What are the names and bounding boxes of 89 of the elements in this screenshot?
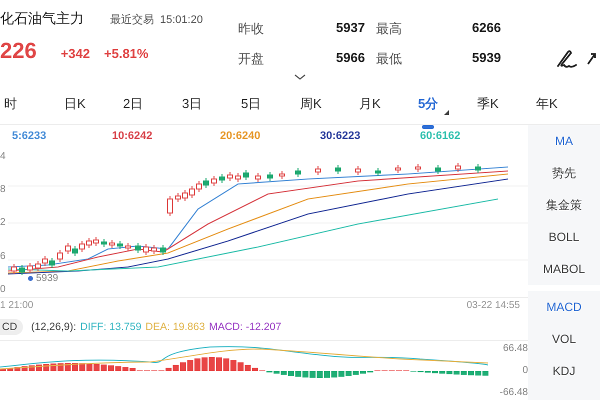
candlestick xyxy=(101,238,107,248)
time-label: 03-22 14:55 xyxy=(466,300,520,312)
candlestick xyxy=(335,164,341,174)
moving-average-value: 60:6162 xyxy=(419,130,462,142)
marker-dot xyxy=(28,276,33,281)
dropdown-corner-icon xyxy=(444,110,449,115)
candlestick xyxy=(167,195,173,216)
stat-value: 6266 xyxy=(472,20,502,37)
candlestick xyxy=(19,264,25,276)
period-tab[interactable]: 季K xyxy=(473,95,532,113)
pen-icon[interactable] xyxy=(556,49,578,69)
axis-label: 0 xyxy=(0,284,7,295)
period-tab[interactable]: 3日 xyxy=(178,95,237,113)
period-tab[interactable]: 周K xyxy=(296,95,355,113)
indicator-item[interactable]: KDJ xyxy=(528,355,600,387)
candlestick xyxy=(395,164,401,174)
stat-label: 开盘 xyxy=(238,50,265,68)
candlestick xyxy=(415,163,421,172)
axis-label: 66.48 xyxy=(502,342,528,354)
candlestick xyxy=(135,242,141,254)
moving-average-value: 5:6233 xyxy=(11,130,48,142)
candlestick xyxy=(355,165,361,176)
axis-label: 2 xyxy=(0,217,7,228)
period-tab[interactable]: 5分 xyxy=(414,95,473,113)
candlestick xyxy=(243,169,249,180)
indicator-item[interactable]: MACD xyxy=(528,291,600,323)
indicator-item[interactable]: VOL xyxy=(528,323,600,355)
candlestick xyxy=(151,244,157,254)
moving-average-value: 10:6242 xyxy=(111,130,154,142)
indicator-badge[interactable]: CD xyxy=(0,318,24,335)
low-price-label: 5939 xyxy=(36,272,58,284)
candlestick xyxy=(235,172,241,182)
candlestick xyxy=(211,175,217,186)
stat-label: 昨收 xyxy=(238,20,265,38)
candlestick xyxy=(267,171,273,182)
candlestick xyxy=(375,167,381,176)
stat-label: 最低 xyxy=(376,50,403,68)
candlestick xyxy=(11,263,17,274)
stat-value: 5937 xyxy=(336,20,366,37)
candlestick xyxy=(125,242,131,252)
moving-average-value: 30:6223 xyxy=(319,130,362,142)
indicator-item[interactable]: 集金策 xyxy=(528,189,600,221)
period-tab[interactable]: 日K xyxy=(60,95,119,113)
candlestick xyxy=(279,170,285,180)
time-label: 1 21:00 xyxy=(0,300,34,312)
candlestick xyxy=(160,244,166,256)
indicator-item[interactable]: MA xyxy=(528,125,600,157)
tab-indicator xyxy=(422,125,434,129)
axis-label: 0 xyxy=(522,364,528,376)
indicator-item[interactable]: MABOL xyxy=(528,253,600,285)
indicator-item[interactable]: 势先 xyxy=(528,157,600,189)
axis-label: 6 xyxy=(0,250,7,262)
moving-average-value: 20:6240 xyxy=(219,130,262,142)
candlestick xyxy=(27,262,33,274)
contract-name: 化石油气主力 xyxy=(0,10,84,28)
trade-time: 15:01:20 xyxy=(160,14,203,26)
chevron-down-icon[interactable] xyxy=(294,74,306,80)
diff-value: DIFF: 13.759 xyxy=(80,320,142,333)
candlestick xyxy=(143,243,149,256)
macd-value: MACD: -12.207 xyxy=(208,320,282,333)
candlestick xyxy=(109,239,115,248)
change-percent: +5.81% xyxy=(104,46,148,61)
price-change: +342 xyxy=(60,46,90,61)
candlestick xyxy=(255,172,261,182)
stat-value: 5966 xyxy=(336,50,366,67)
period-tab[interactable]: 月K xyxy=(355,95,414,113)
candlestick xyxy=(475,163,481,174)
axis-label: 4 xyxy=(0,150,7,162)
axis-label: 8 xyxy=(0,184,7,196)
last-price: 226 xyxy=(0,38,37,64)
candlestick xyxy=(57,249,63,262)
candlestick xyxy=(219,173,225,184)
period-tab[interactable]: 时 xyxy=(0,95,60,113)
stat-value: 5939 xyxy=(472,50,502,67)
period-tab[interactable]: 年K xyxy=(532,95,591,113)
axis-label: -66.48 xyxy=(500,387,528,398)
last-trade-label: 最近交易 xyxy=(110,12,154,27)
indicator-item[interactable]: BOLL xyxy=(528,221,600,253)
period-tab[interactable]: 2日 xyxy=(119,95,178,113)
candlestick xyxy=(455,162,461,172)
macd-params: (12,26,9): xyxy=(31,320,76,333)
candlestick xyxy=(435,164,441,174)
candlestick xyxy=(117,240,123,250)
dea-value: DEA: 19.863 xyxy=(145,320,205,333)
candlestick xyxy=(315,165,321,176)
stat-label: 最高 xyxy=(376,20,403,38)
period-tab[interactable]: 5日 xyxy=(237,95,296,113)
candlestick xyxy=(295,167,301,178)
candlestick xyxy=(227,171,233,182)
